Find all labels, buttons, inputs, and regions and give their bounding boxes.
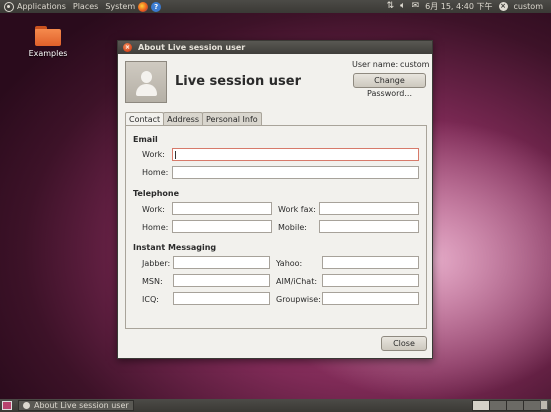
bottom-panel: About Live session user	[0, 399, 551, 412]
tab-bar: Contact Address Personal Info	[125, 112, 262, 126]
tel-mobile-label: Mobile:	[278, 223, 307, 232]
email-home-field[interactable]	[172, 166, 419, 179]
email-work-field[interactable]	[172, 148, 419, 161]
workspace-4[interactable]	[523, 400, 541, 411]
close-button[interactable]: Close	[381, 336, 427, 351]
yahoo-label: Yahoo:	[276, 259, 303, 268]
folder-icon	[35, 26, 61, 46]
tab-personal-info[interactable]: Personal Info	[201, 112, 262, 125]
network-icon[interactable]: ⇅	[387, 0, 395, 13]
tel-home-field[interactable]	[172, 220, 272, 233]
avatar[interactable]	[125, 61, 167, 103]
desktop-icon-label: Examples	[28, 49, 68, 58]
top-panel: Applications Places System ? ⇅ 🔈︎ ✉ 6月 1…	[0, 0, 551, 13]
dialog-titlebar[interactable]: × About Live session user	[118, 41, 432, 54]
im-section-heading: Instant Messaging	[133, 243, 217, 252]
taskbar-item[interactable]: About Live session user	[18, 400, 134, 411]
volume-icon[interactable]: 🔈︎	[400, 0, 405, 13]
power-icon[interactable]: ×	[498, 2, 508, 11]
help-icon[interactable]: ?	[151, 1, 162, 12]
email-section-heading: Email	[133, 135, 158, 144]
text-caret	[175, 151, 176, 159]
workspace-1[interactable]	[472, 400, 490, 411]
tel-mobile-field[interactable]	[319, 220, 419, 233]
dialog-title: About Live session user	[138, 43, 246, 52]
change-password-button[interactable]: Change Password...	[353, 73, 426, 98]
email-home-label: Home:	[142, 168, 169, 177]
msn-field[interactable]	[173, 274, 270, 287]
show-desktop-icon[interactable]	[2, 401, 12, 410]
about-me-dialog: × About Live session user Live session u…	[117, 40, 433, 359]
tab-address[interactable]: Address	[163, 112, 203, 125]
taskbar-item-label: About Live session user	[34, 401, 129, 410]
menu-applications[interactable]: Applications	[17, 2, 66, 11]
msn-label: MSN:	[142, 277, 163, 286]
groupwise-label: Groupwise:	[276, 295, 321, 304]
user-icon	[23, 402, 30, 409]
clock[interactable]: 6月 15, 4:40 下午	[425, 1, 492, 12]
tel-home-label: Home:	[142, 223, 169, 232]
workspace-2[interactable]	[489, 400, 507, 411]
aim-field[interactable]	[322, 274, 419, 287]
tel-workfax-label: Work fax:	[278, 205, 316, 214]
menu-system[interactable]: System	[105, 2, 135, 11]
close-icon[interactable]: ×	[123, 43, 132, 52]
email-work-label: Work:	[142, 150, 165, 159]
firefox-icon[interactable]	[138, 1, 149, 12]
menu-places[interactable]: Places	[73, 2, 98, 11]
aim-label: AIM/iChat:	[276, 277, 318, 286]
trash-icon[interactable]	[540, 400, 548, 410]
telephone-section-heading: Telephone	[133, 189, 180, 198]
user-menu[interactable]: custom	[514, 2, 543, 11]
workspace-3[interactable]	[506, 400, 524, 411]
tel-work-label: Work:	[142, 205, 165, 214]
indicator-area: ⇅ 🔈︎ ✉ 6月 15, 4:40 下午 × custom	[387, 0, 543, 13]
jabber-field[interactable]	[173, 256, 270, 269]
contact-panel: Email Work: Home: Telephone Work: Work f…	[125, 125, 427, 329]
user-display-name: Live session user	[175, 74, 301, 89]
yahoo-field[interactable]	[322, 256, 419, 269]
username-value: custom	[400, 60, 430, 69]
groupwise-field[interactable]	[322, 292, 419, 305]
icq-field[interactable]	[173, 292, 270, 305]
jabber-label: Jabber:	[142, 259, 171, 268]
tel-workfax-field[interactable]	[319, 202, 419, 215]
tab-contact[interactable]: Contact	[125, 112, 165, 126]
desktop-icon-examples[interactable]: Examples	[26, 26, 70, 58]
username-label: User name:	[352, 60, 399, 69]
tel-work-field[interactable]	[172, 202, 272, 215]
mail-icon[interactable]: ✉	[412, 0, 420, 13]
ubuntu-logo-icon[interactable]	[4, 1, 14, 12]
icq-label: ICQ:	[142, 295, 159, 304]
